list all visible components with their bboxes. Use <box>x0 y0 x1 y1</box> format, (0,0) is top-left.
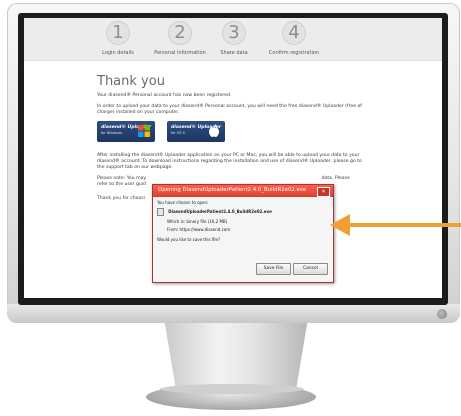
file-source: From: https://www.diasend.com <box>167 227 231 232</box>
step-number: 3 <box>222 21 246 45</box>
installation-instructions: After installing the diasend® Uploader a… <box>97 153 362 170</box>
save-file-button[interactable]: Save File <box>256 263 291 275</box>
cancel-button[interactable]: Cancel <box>293 263 328 275</box>
step-number: 2 <box>168 21 192 45</box>
registration-steps: 1 Login details 2 Personal information 3… <box>24 18 442 61</box>
file-row: DiasendUploaderPatient2.4.0_BuildR2e02.e… <box>157 208 329 216</box>
step-number: 1 <box>106 21 130 45</box>
dialog-title: Opening DiasendUploaderPatient2.4.0_Buil… <box>158 187 307 193</box>
monitor-stand-base-top <box>160 384 304 394</box>
save-question: Would you like to save this file? <box>157 237 221 242</box>
badge-subtitle: for OS X <box>171 131 185 135</box>
download-dialog: Opening DiasendUploaderPatient2.4.0_Buil… <box>152 184 334 283</box>
monitor-stand-neck <box>164 323 308 387</box>
file-icon <box>157 208 164 216</box>
download-badges: diasend® Uploader for Windows diasend® U… <box>97 121 367 145</box>
page-title: Thank you <box>97 74 165 89</box>
monitor-chin <box>7 304 460 323</box>
note-start: Please note: You may <box>97 176 147 181</box>
windows-logo-icon <box>138 125 150 137</box>
screen: 1 Login details 2 Personal information 3… <box>24 18 442 298</box>
power-button-icon <box>437 309 447 319</box>
uploader-requirement: In order to upload your data to your dia… <box>97 104 362 115</box>
dialog-titlebar[interactable]: Opening DiasendUploaderPatient2.4.0_Buil… <box>153 185 333 197</box>
dialog-intro: You have chosen to open: <box>157 200 209 205</box>
pointer-arrow-icon <box>330 214 350 236</box>
close-icon[interactable]: ✕ <box>317 187 330 197</box>
step-number: 4 <box>282 21 306 45</box>
dialog-body: You have chosen to open: DiasendUploader… <box>157 200 329 245</box>
registration-confirmation: Your diasend® Personal account has now b… <box>97 93 232 98</box>
step-label: Confirm registration <box>268 50 320 56</box>
step-4[interactable]: 4 Confirm registration <box>254 21 334 56</box>
badge-subtitle: for Windows <box>101 131 122 135</box>
apple-logo-icon <box>209 124 219 137</box>
mac-download-button[interactable]: diasend® Uploader for OS X <box>167 121 225 142</box>
pointer-arrow-shaft <box>347 223 461 227</box>
note-end: data. Please <box>321 176 350 181</box>
file-type: Which is: binary file (16,2 MB) <box>167 219 228 224</box>
file-name: DiasendUploaderPatient2.4.0_BuildR2e02.e… <box>168 209 272 214</box>
windows-download-button[interactable]: diasend® Uploader for Windows <box>97 121 155 142</box>
